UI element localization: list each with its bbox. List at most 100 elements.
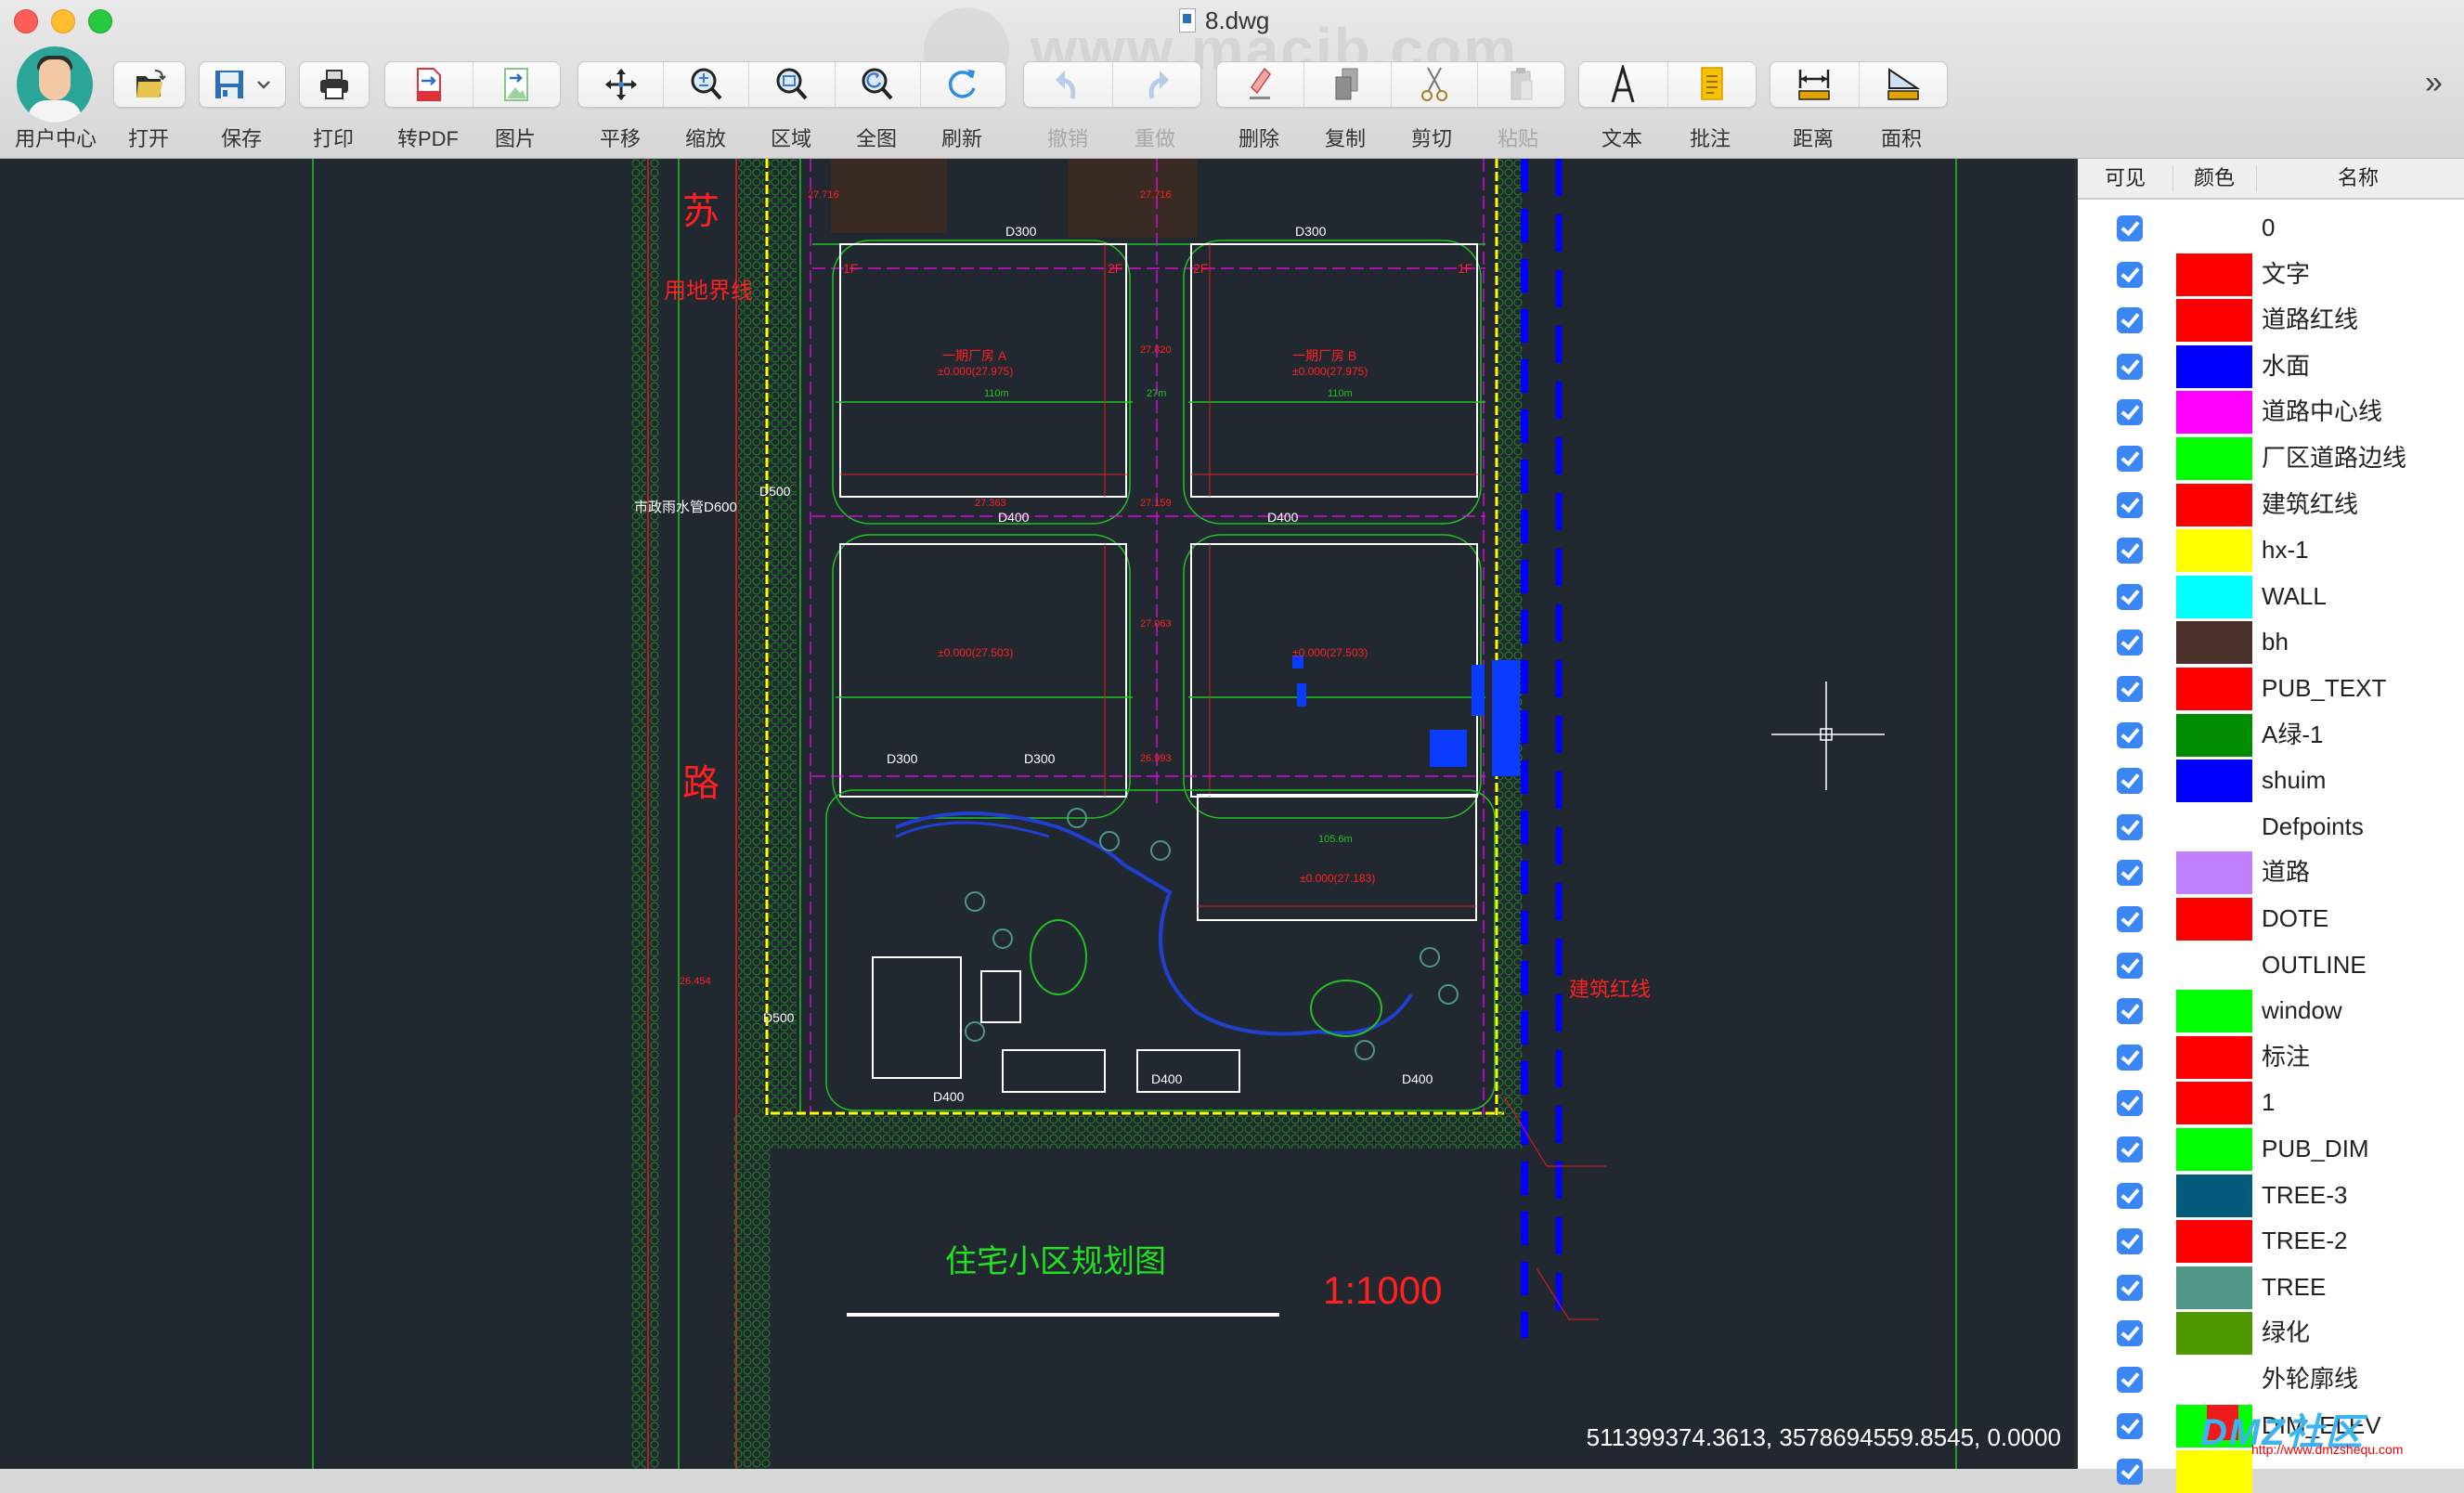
- layer-visible-checkbox[interactable]: [2117, 583, 2143, 610]
- col-name-header[interactable]: 名称: [2256, 159, 2460, 198]
- layer-row[interactable]: shuim: [2078, 756, 2464, 803]
- image-export-button[interactable]: [473, 62, 561, 107]
- layer-color-swatch[interactable]: [2176, 299, 2252, 343]
- layer-row[interactable]: TREE-2: [2078, 1216, 2464, 1264]
- distance-button[interactable]: [1770, 62, 1860, 107]
- layer-row[interactable]: window: [2078, 986, 2464, 1033]
- zoom-window-button[interactable]: [749, 62, 836, 107]
- layer-visible-checkbox[interactable]: [2117, 906, 2143, 932]
- layer-row[interactable]: bh: [2078, 617, 2464, 665]
- layer-visible-checkbox[interactable]: [2117, 998, 2143, 1025]
- layer-visible-checkbox[interactable]: [2117, 1090, 2143, 1117]
- layer-row[interactable]: 文字: [2078, 250, 2464, 296]
- zoom-extents-button[interactable]: [836, 62, 921, 107]
- layer-row[interactable]: 0: [2078, 203, 2464, 250]
- layer-row[interactable]: 1: [2078, 1078, 2464, 1125]
- layer-visible-checkbox[interactable]: [2117, 446, 2143, 472]
- layer-visible-checkbox[interactable]: [2117, 1412, 2143, 1439]
- layer-visible-checkbox[interactable]: [2117, 1459, 2143, 1486]
- layer-row[interactable]: 道路: [2078, 848, 2464, 895]
- chevron-down-icon[interactable]: [255, 79, 272, 90]
- user-center-label[interactable]: 用户中心: [5, 123, 107, 152]
- layer-color-swatch[interactable]: [2176, 1266, 2252, 1309]
- layer-visible-checkbox[interactable]: [2117, 630, 2143, 656]
- layer-visible-checkbox[interactable]: [2117, 1228, 2143, 1255]
- layer-visible-checkbox[interactable]: [2117, 1320, 2143, 1347]
- print-button[interactable]: [300, 62, 369, 107]
- layer-visible-checkbox[interactable]: [2117, 353, 2143, 380]
- col-visible-header[interactable]: 可见: [2078, 159, 2172, 198]
- delete-button[interactable]: [1217, 62, 1304, 107]
- col-color-header[interactable]: 颜色: [2172, 159, 2256, 198]
- layer-row[interactable]: 道路中心线: [2078, 387, 2464, 435]
- layer-visible-checkbox[interactable]: [2117, 721, 2143, 748]
- layer-color-swatch[interactable]: [2176, 668, 2252, 710]
- zoom-button[interactable]: [664, 62, 750, 107]
- layer-color-swatch[interactable]: [2176, 713, 2252, 757]
- layer-color-swatch[interactable]: [2176, 1035, 2252, 1079]
- layer-visible-checkbox[interactable]: [2117, 676, 2143, 702]
- toolbar-overflow-button[interactable]: »: [2425, 65, 2443, 101]
- layer-color-swatch[interactable]: [2176, 529, 2252, 573]
- layer-row[interactable]: TREE: [2078, 1263, 2464, 1309]
- layer-color-swatch[interactable]: [2176, 391, 2252, 435]
- layer-row[interactable]: WALL: [2078, 572, 2464, 618]
- layer-color-swatch[interactable]: [2176, 1450, 2252, 1493]
- layer-row[interactable]: hx-1: [2078, 526, 2464, 573]
- layer-color-swatch[interactable]: [2176, 851, 2252, 895]
- redo-button[interactable]: [1113, 62, 1201, 107]
- layer-color-swatch[interactable]: [2176, 898, 2252, 941]
- undo-button[interactable]: [1024, 62, 1113, 107]
- layer-visible-checkbox[interactable]: [2117, 261, 2143, 288]
- layer-row[interactable]: PUB_DIM: [2078, 1124, 2464, 1171]
- layer-row[interactable]: 水面: [2078, 342, 2464, 388]
- user-center-avatar[interactable]: [17, 46, 93, 123]
- layer-visible-checkbox[interactable]: [2117, 813, 2143, 840]
- close-window-button[interactable]: [14, 9, 38, 33]
- layer-color-swatch[interactable]: [2176, 621, 2252, 665]
- layer-color-swatch[interactable]: [2176, 344, 2252, 388]
- pan-button[interactable]: [578, 62, 665, 107]
- to-pdf-button[interactable]: [385, 62, 473, 107]
- layer-color-swatch[interactable]: [2176, 1220, 2252, 1264]
- layer-visible-checkbox[interactable]: [2117, 399, 2143, 426]
- layer-row[interactable]: 建筑红线: [2078, 480, 2464, 526]
- layer-visible-checkbox[interactable]: [2117, 1367, 2143, 1393]
- drawing-canvas[interactable]: 苏 路 用地界线 市政雨水管D600 建筑红线 一期厂房 A 一期厂房 B ±0…: [0, 159, 2074, 1469]
- layer-row[interactable]: DOTE: [2078, 894, 2464, 941]
- layer-visible-checkbox[interactable]: [2117, 1136, 2143, 1162]
- maximize-window-button[interactable]: [88, 9, 112, 33]
- layer-row[interactable]: TREE-3: [2078, 1171, 2464, 1217]
- layer-visible-checkbox[interactable]: [2117, 1044, 2143, 1071]
- layer-visible-checkbox[interactable]: [2117, 1182, 2143, 1209]
- layer-row[interactable]: 厂区道路边线: [2078, 434, 2464, 480]
- refresh-button[interactable]: [921, 62, 1005, 107]
- layer-row[interactable]: 标注: [2078, 1032, 2464, 1079]
- layer-row[interactable]: 外轮廓线: [2078, 1355, 2464, 1401]
- paste-button[interactable]: [1478, 62, 1564, 107]
- layer-color-swatch[interactable]: [2176, 1082, 2252, 1125]
- save-button[interactable]: [200, 62, 285, 107]
- open-button[interactable]: [114, 62, 185, 107]
- minimize-window-button[interactable]: [51, 9, 75, 33]
- layer-color-swatch[interactable]: [2176, 1174, 2252, 1217]
- layer-row[interactable]: 道路红线: [2078, 295, 2464, 343]
- layer-visible-checkbox[interactable]: [2117, 1274, 2143, 1301]
- layer-color-swatch[interactable]: [2176, 759, 2252, 803]
- layer-color-swatch[interactable]: [2176, 575, 2252, 618]
- layer-row[interactable]: Defpoints: [2078, 802, 2464, 849]
- layer-color-swatch[interactable]: [2176, 990, 2252, 1033]
- layer-row[interactable]: 绿化: [2078, 1308, 2464, 1356]
- layer-row[interactable]: OUTLINE: [2078, 941, 2464, 987]
- layer-color-swatch[interactable]: [2176, 483, 2252, 526]
- area-button[interactable]: [1860, 62, 1948, 107]
- layer-color-swatch[interactable]: [2176, 253, 2252, 296]
- layer-visible-checkbox[interactable]: [2117, 491, 2143, 518]
- layer-row[interactable]: A绿-1: [2078, 710, 2464, 757]
- layer-color-swatch[interactable]: [2176, 437, 2252, 480]
- cut-button[interactable]: [1392, 62, 1479, 107]
- layer-visible-checkbox[interactable]: [2117, 307, 2143, 334]
- copy-button[interactable]: [1304, 62, 1392, 107]
- layer-visible-checkbox[interactable]: [2117, 768, 2143, 795]
- layer-visible-checkbox[interactable]: [2117, 860, 2143, 887]
